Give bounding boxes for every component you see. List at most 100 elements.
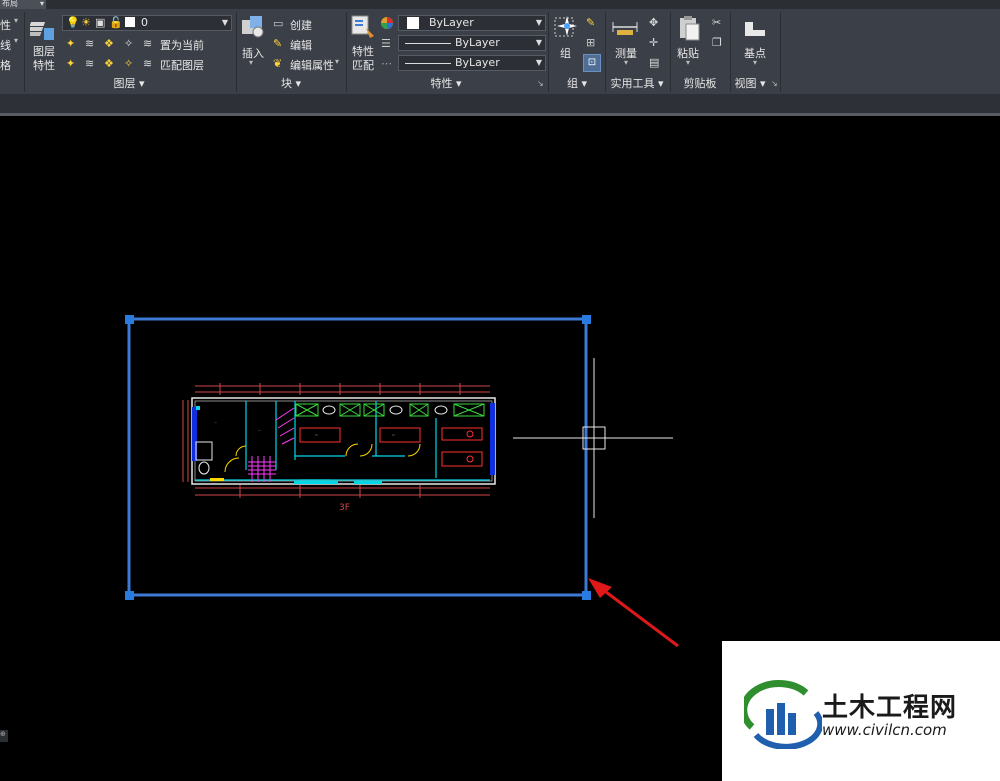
left-item-0[interactable]: 性 [0,17,11,33]
color-value: ByLayer [429,16,474,29]
panel-separator [730,12,731,92]
edit-block-icon: ✎ [273,37,283,50]
svg-text:—: — [258,428,261,432]
sun-icon: ☀ [81,16,91,29]
create-block-icon: ▭ [273,17,284,30]
layer-tool-icon[interactable]: ✧ [124,57,133,70]
lineweight-value: ByLayer [455,56,500,69]
grip-handle[interactable] [582,315,591,324]
layer-tool-icon[interactable]: ❖ [104,37,114,50]
ribbon: 布局 ▾ 性 线 格 ▾ ▾ 图层 特性 💡 ☀ ▣ 🔓 0 ▼ ✦ ≋ ❖ ✧… [0,0,1000,94]
layer-tool-icon[interactable]: ≋ [85,57,94,70]
match-layer-icon: ≋ [143,57,153,70]
chevron-down-icon: ▾ [686,58,691,67]
linetype-value: ByLayer [455,36,500,49]
dialog-launcher-icon[interactable]: ↘ [537,79,544,88]
left-caret-icon: ▾ [14,16,19,25]
layer-dropdown[interactable]: 💡 ☀ ▣ 🔓 0 ▼ [62,15,232,31]
grip-handle[interactable] [125,315,134,324]
left-caret-icon: ▾ [14,36,19,45]
properties-panel-title[interactable]: 特性 ▾ [348,76,544,92]
watermark: 土木工程网 www.civilcn.com [722,641,1000,781]
civilcn-logo-icon [744,680,822,749]
layer-tool-icon[interactable]: ✦ [66,37,75,50]
linetype-dropdown[interactable]: ByLayer ▼ [398,35,546,51]
panel-separator [24,12,25,92]
svg-text:▭: ▭ [315,433,318,437]
color-wheel-icon [381,17,393,29]
paste-icon[interactable] [677,14,701,42]
left-item-2[interactable]: 格 [0,57,11,73]
chevron-down-icon: ▾ [249,58,254,67]
chevron-down-icon: ▼ [535,58,542,67]
chevron-down-icon: ▾ [335,57,340,66]
match-properties-icon[interactable] [350,14,376,42]
edit-attribute-button[interactable]: 编辑属性 [290,57,334,73]
view-panel-title[interactable]: 视图 ▾ [732,76,768,92]
ungroup-icon[interactable]: ✎ [586,16,595,29]
color-dropdown[interactable]: ByLayer ▼ [398,15,546,31]
group-button[interactable]: 组 [560,45,571,61]
set-current-icon: ≋ [143,37,153,50]
lineweight-icon: ⋯ [381,57,392,70]
layer-tool-icon[interactable]: ✧ [124,37,133,50]
panel-separator [548,12,549,92]
linetype-icon: ☰ [381,37,391,50]
copy-icon[interactable]: ❐ [712,36,722,49]
layer-properties-icon[interactable] [30,14,56,42]
layer-tool-icon[interactable]: ❖ [104,57,114,70]
base-point-icon[interactable] [743,16,767,40]
chevron-down-icon: ▼ [535,18,542,27]
match-properties-button[interactable]: 特性 匹配 [352,45,374,73]
line-sample [405,43,451,44]
viewport-frame[interactable] [127,317,588,597]
layer-tool-icon[interactable]: ✦ [66,57,75,70]
quick-select-icon[interactable]: ✥ [649,16,658,29]
create-block-button[interactable]: 创建 [290,17,312,33]
utilities-panel-title[interactable]: 实用工具 ▾ [606,76,668,92]
grip-handle[interactable] [582,591,591,600]
panel-separator [670,12,671,92]
edit-block-button[interactable]: 编辑 [290,37,312,53]
clipboard-panel-title[interactable]: 剪贴板 [672,76,728,92]
group-edit-icon[interactable]: ⊞ [586,36,595,49]
left-item-1[interactable]: 线 [0,37,11,53]
panel-separator [780,12,781,92]
panel-separator [236,12,237,92]
chevron-down-icon: ▾ [753,58,758,67]
unlock-icon: 🔓 [109,16,123,29]
calculator-icon[interactable]: ▤ [649,56,659,69]
lineweight-dropdown[interactable]: ByLayer ▼ [398,55,546,71]
block-panel-title[interactable]: 块 ▾ [238,76,344,92]
group-panel-title[interactable]: 组 ▾ [550,76,604,92]
chevron-down-icon: ▼ [535,38,542,47]
layer-lock-icon: ▣ [95,16,106,29]
dialog-launcher-icon[interactable]: ↘ [771,79,778,88]
watermark-brand: 土木工程网 [822,693,958,723]
insert-block-icon[interactable] [240,14,266,40]
match-layer-button[interactable]: 匹配图层 [160,57,204,73]
layer-tool-icon[interactable]: ≋ [85,37,94,50]
panel-separator [346,12,347,92]
layer-color-swatch [125,17,135,27]
point-icon[interactable]: ✛ [649,36,658,49]
grip-handle[interactable] [125,591,134,600]
watermark-url: www.civilcn.com [822,721,947,739]
lightbulb-icon: 💡 [66,16,80,29]
svg-text:—: — [214,420,217,424]
group-selection-toggle-icon[interactable]: ⊡ [583,54,601,72]
tab-dropdown[interactable]: ▾ [40,0,66,9]
annotation-arrow [588,578,679,648]
layer-panel-title[interactable]: 图层 ▾ [26,76,232,92]
color-swatch [407,17,419,29]
chevron-down-icon: ▼ [221,18,228,27]
layer-properties-button[interactable]: 图层 特性 [33,45,55,73]
current-layer-name: 0 [141,16,148,29]
measure-icon[interactable] [611,16,639,38]
svg-text:▭: ▭ [392,433,395,437]
set-current-button[interactable]: 置为当前 [160,37,204,53]
floor-plan: — — ▭ ▭ [182,383,496,498]
cut-icon[interactable]: ✂ [712,16,721,29]
chevron-down-icon: ▾ [624,58,629,67]
group-icon[interactable] [553,14,579,40]
